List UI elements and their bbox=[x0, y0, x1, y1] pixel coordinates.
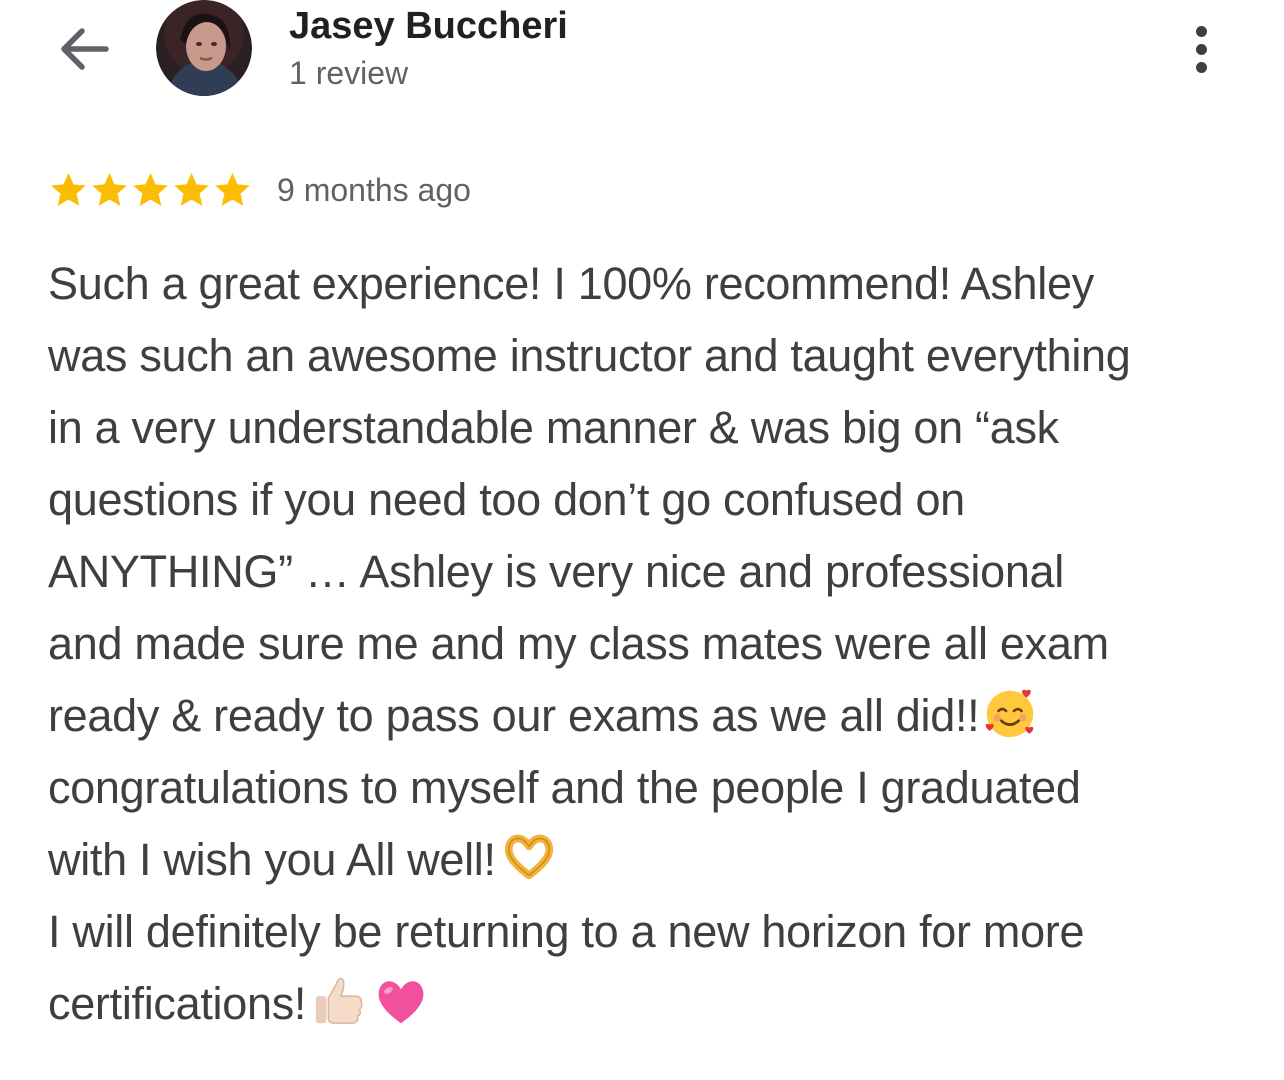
review-text-segment: was such an awesome instructor and taugh… bbox=[48, 330, 1131, 381]
star-icon bbox=[174, 173, 209, 206]
pink-heart-icon bbox=[378, 981, 424, 1024]
review-text-line: certifications! bbox=[48, 968, 1258, 1040]
review-text-segment: Such a great experience! I 100% recommen… bbox=[48, 258, 1094, 309]
review-text-segment: ANYTHING” … Ashley is very nice and prof… bbox=[48, 546, 1064, 597]
review-text-segment: with I wish you All well! bbox=[48, 834, 496, 885]
heart-hands-icon bbox=[504, 834, 553, 880]
more-vert-icon-dot bbox=[1195, 61, 1207, 73]
review-text-segment: questions if you need too don’t go confu… bbox=[48, 474, 965, 525]
thumbs-up-icon bbox=[315, 977, 363, 1024]
review-text-line: in a very understandable manner & was bi… bbox=[48, 392, 1258, 464]
more-vert-icon-dot bbox=[1195, 43, 1207, 55]
star-icon bbox=[133, 173, 168, 206]
review-text-line: questions if you need too don’t go confu… bbox=[48, 464, 1258, 536]
avatar-photo bbox=[156, 0, 252, 96]
review-text-segment: certifications! bbox=[48, 978, 307, 1029]
review-text-segment: congratulations to myself and the people… bbox=[48, 762, 1081, 813]
review-text-line: I will definitely be returning to a new … bbox=[48, 896, 1258, 968]
review-count: 1 review bbox=[289, 55, 409, 91]
avatar[interactable] bbox=[156, 0, 252, 96]
smiling-face-with-hearts-icon bbox=[986, 689, 1034, 738]
review-text-segment: I will definitely be returning to a new … bbox=[48, 906, 1085, 957]
arrow-left-icon bbox=[61, 28, 109, 70]
reviewer-name[interactable]: Jasey Buccheri bbox=[289, 4, 568, 48]
star-icon bbox=[215, 173, 250, 206]
review-text-line: ready & ready to pass our exams as we al… bbox=[48, 680, 1258, 752]
review-text-line: and made sure me and my class mates were… bbox=[48, 608, 1258, 680]
star-rating bbox=[48, 170, 253, 210]
review-text-line: was such an awesome instructor and taugh… bbox=[48, 320, 1258, 392]
review-date: 9 months ago bbox=[277, 172, 471, 208]
more-vert-icon bbox=[1195, 25, 1207, 37]
star-icon bbox=[92, 173, 127, 206]
review-text-segment: in a very understandable manner & was bi… bbox=[48, 402, 1059, 453]
review-text-line: ANYTHING” … Ashley is very nice and prof… bbox=[48, 536, 1258, 608]
back-button[interactable] bbox=[52, 22, 114, 76]
review-text-segment: ready & ready to pass our exams as we al… bbox=[48, 690, 980, 741]
review-text-segment: and made sure me and my class mates were… bbox=[48, 618, 1109, 669]
review-text-line: Such a great experience! I 100% recommen… bbox=[48, 248, 1258, 320]
review-text-line: congratulations to myself and the people… bbox=[48, 752, 1258, 824]
star-icon bbox=[51, 173, 86, 206]
more-options-button[interactable] bbox=[1180, 18, 1222, 80]
review-text-line: with I wish you All well! bbox=[48, 824, 1258, 896]
review-text: Such a great experience! I 100% recommen… bbox=[48, 248, 1258, 1040]
